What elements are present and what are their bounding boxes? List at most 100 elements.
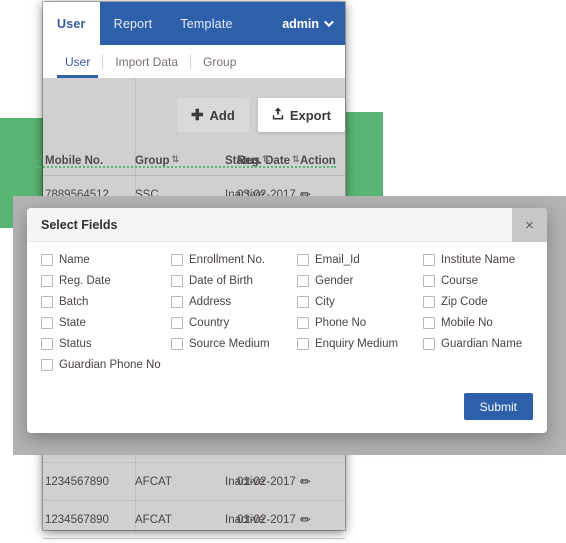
checkbox-label-city: City	[315, 296, 335, 308]
upload-icon	[272, 107, 284, 123]
checkbox-row-state[interactable]: State	[41, 317, 171, 329]
top-navbar: User Report Template admin	[43, 2, 345, 45]
add-button[interactable]: ✚ Add	[176, 98, 249, 132]
checkbox-row-course[interactable]: Course	[423, 275, 547, 287]
column-header-group[interactable]: Group ⇅	[135, 155, 185, 167]
checkbox-guardian-phone-no[interactable]	[41, 359, 53, 371]
checkbox-row-phone-no[interactable]: Phone No	[297, 317, 423, 329]
checkbox-zip-code[interactable]	[423, 296, 435, 308]
checkbox-row-guardian-phone-no[interactable]: Guardian Phone No	[41, 359, 171, 371]
table-row[interactable]: 1234567890 AFCAT Inactive 01-02-2017 ✏	[43, 501, 345, 539]
checkbox-label-batch: Batch	[59, 296, 89, 308]
select-fields-dialog: Select Fields × Name Enrollment No. Emai…	[27, 208, 547, 433]
checkbox-row-mobile-no[interactable]: Mobile No	[423, 317, 547, 329]
checkbox-status[interactable]	[41, 338, 53, 350]
checkbox-state[interactable]	[41, 317, 53, 329]
nav-tab-report[interactable]: Report	[100, 2, 167, 45]
admin-user-menu-label: admin	[282, 16, 319, 31]
checkbox-phone-no[interactable]	[297, 317, 309, 329]
table-row[interactable]: 1234567890 AFCAT Inactive 01-02-2017 ✏	[43, 463, 345, 501]
checkbox-row-status[interactable]: Status	[41, 338, 171, 350]
subnav-item-group-label: Group	[203, 54, 237, 69]
checkbox-label-zip-code: Zip Code	[441, 296, 488, 308]
checkbox-label-enquiry-medium: Enquiry Medium	[315, 338, 399, 350]
checkbox-row-enquiry-medium[interactable]: Enquiry Medium	[297, 338, 423, 350]
column-header-action-label: Action	[300, 154, 336, 167]
subnav-item-group[interactable]: Group	[191, 55, 248, 69]
cell-mobile-no: 1234567890	[45, 513, 109, 526]
checkbox-enquiry-medium[interactable]	[297, 338, 309, 350]
sort-icon: ⇅	[171, 154, 180, 164]
checkbox-institute-name[interactable]	[423, 254, 435, 266]
column-header-status[interactable]: Status ⇅	[185, 155, 270, 167]
cell-group: AFCAT	[135, 475, 172, 488]
checkbox-date-of-birth[interactable]	[171, 275, 183, 287]
checkbox-row-gender[interactable]: Gender	[297, 275, 423, 287]
checkbox-guardian-name[interactable]	[423, 338, 435, 350]
table-toolbar: ✚ Add Export	[176, 98, 345, 132]
subnav-item-import-data[interactable]: Import Data	[103, 55, 190, 69]
screenshot-stage: User Report Template admin User Import D…	[0, 0, 566, 543]
checkbox-label-reg-date: Reg. Date	[59, 275, 111, 287]
close-icon[interactable]: ×	[512, 208, 547, 242]
dialog-header: Select Fields ×	[27, 208, 547, 242]
checkbox-row-source-medium[interactable]: Source Medium	[171, 338, 297, 350]
checkbox-row-country[interactable]: Country	[171, 317, 297, 329]
sort-icon: ⇅	[292, 154, 300, 164]
checkbox-label-gender: Gender	[315, 275, 354, 287]
cell-status: Inactive	[225, 513, 265, 526]
checkbox-email-id[interactable]	[297, 254, 309, 266]
checkbox-row-reg-date[interactable]: Reg. Date	[41, 275, 171, 287]
dialog-footer: Submit	[463, 393, 533, 420]
nav-tab-user[interactable]: User	[43, 2, 100, 45]
cell-reg-date: 01-02-2017	[237, 513, 296, 526]
pencil-icon[interactable]: ✏	[300, 512, 311, 528]
subnav-item-import-data-label: Import Data	[115, 54, 179, 69]
checkbox-country[interactable]	[171, 317, 183, 329]
checkbox-label-address: Address	[189, 296, 232, 308]
pencil-icon[interactable]: ✏	[300, 474, 311, 490]
checkbox-row-institute-name[interactable]: Institute Name	[423, 254, 547, 266]
subnav-item-user[interactable]: User	[53, 55, 102, 78]
checkbox-batch[interactable]	[41, 296, 53, 308]
checkbox-row-email-id[interactable]: Email_Id	[297, 254, 423, 266]
checkbox-name[interactable]	[41, 254, 53, 266]
checkbox-row-guardian-name[interactable]: Guardian Name	[423, 338, 547, 350]
checkbox-row-date-of-birth[interactable]: Date of Birth	[171, 275, 297, 287]
column-header-mobile-no[interactable]: Mobile No.	[43, 155, 135, 167]
checkbox-label-email-id: Email_Id	[315, 254, 360, 266]
admin-user-menu[interactable]: admin	[268, 2, 345, 45]
cell-action: ✏	[300, 474, 334, 490]
checkbox-label-institute-name: Institute Name	[441, 254, 516, 266]
export-button[interactable]: Export	[257, 98, 345, 132]
sub-navbar: User Import Data Group	[43, 45, 345, 78]
checkbox-row-name[interactable]: Name	[41, 254, 171, 266]
checkbox-row-address[interactable]: Address	[171, 296, 297, 308]
checkbox-reg-date[interactable]	[41, 275, 53, 287]
checkbox-label-country: Country	[189, 317, 230, 329]
checkbox-gender[interactable]	[297, 275, 309, 287]
checkbox-label-phone-no: Phone No	[315, 317, 367, 329]
checkbox-row-batch[interactable]: Batch	[41, 296, 171, 308]
nav-tab-template[interactable]: Template	[166, 2, 246, 45]
checkbox-enrollment-no[interactable]	[171, 254, 183, 266]
checkbox-row-enrollment-no[interactable]: Enrollment No.	[171, 254, 297, 266]
cell-action: ✏	[300, 512, 334, 528]
checkbox-source-medium[interactable]	[171, 338, 183, 350]
chevron-down-icon	[323, 17, 334, 28]
add-button-label: Add	[209, 107, 235, 123]
checkbox-mobile-no[interactable]	[423, 317, 435, 329]
cell-reg-date: 01-02-2017	[237, 475, 296, 488]
checkbox-course[interactable]	[423, 275, 435, 287]
dialog-title: Select Fields	[41, 217, 118, 232]
checkbox-label-guardian-phone-no: Guardian Phone No	[59, 359, 161, 371]
nav-tab-user-label: User	[57, 16, 86, 31]
nav-tab-template-label: Template	[180, 16, 233, 31]
checkbox-row-zip-code[interactable]: Zip Code	[423, 296, 547, 308]
submit-button[interactable]: Submit	[463, 393, 533, 420]
checkbox-city[interactable]	[297, 296, 309, 308]
checkbox-label-source-medium: Source Medium	[189, 338, 270, 350]
checkbox-address[interactable]	[171, 296, 183, 308]
dialog-body: Name Enrollment No. Email_Id Institute N…	[27, 242, 547, 371]
checkbox-row-city[interactable]: City	[297, 296, 423, 308]
